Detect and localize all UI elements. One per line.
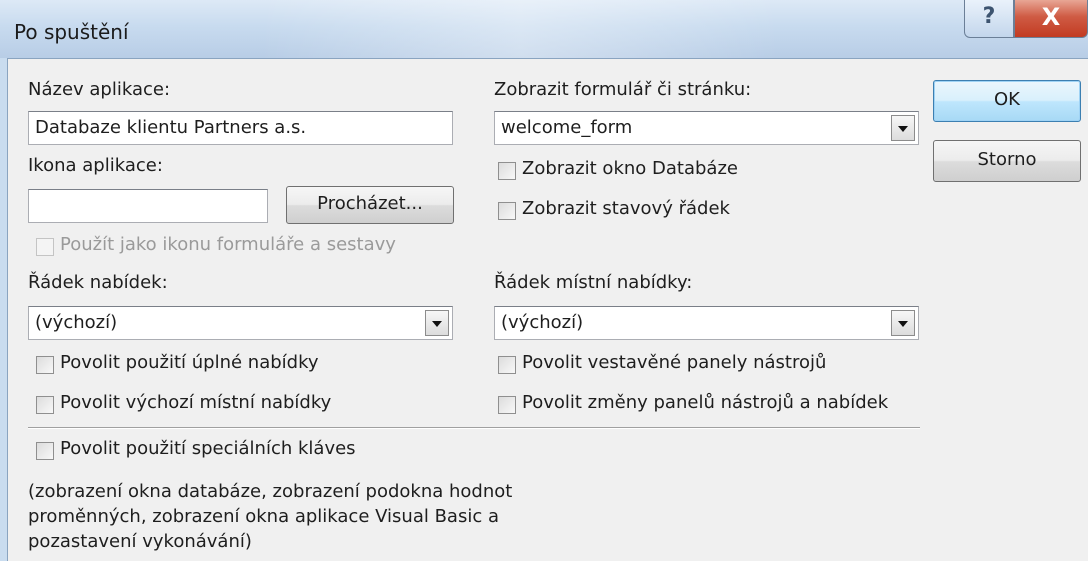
allow-full-menus-checkbox[interactable]: [36, 356, 54, 374]
use-as-form-icon-label: Použít jako ikonu formuláře a sestavy: [60, 234, 396, 255]
title-bar: Po spuštění ? X: [0, 0, 1088, 58]
cancel-button[interactable]: Storno: [933, 140, 1081, 182]
allow-special-keys-checkbox[interactable]: [36, 442, 54, 460]
ok-button[interactable]: OK: [933, 80, 1081, 122]
allow-default-shortcut-menus-label: Povolit výchozí místní nabídky: [60, 392, 332, 413]
app-icon-input[interactable]: [28, 189, 268, 223]
allow-full-menus-label: Povolit použití úplné nabídky: [60, 352, 319, 373]
allow-toolbar-changes-label: Povolit změny panelů nástrojů a nabídek: [522, 392, 889, 413]
chevron-down-icon[interactable]: [891, 310, 915, 336]
separator: [28, 427, 920, 429]
menu-bar-value: (výchozí): [35, 312, 118, 333]
show-database-window-checkbox[interactable]: [498, 162, 516, 180]
shortcut-menu-bar-combo[interactable]: (výchozí): [494, 306, 919, 340]
shortcut-menu-bar-value: (výchozí): [501, 312, 584, 333]
display-form-value: welcome_form: [501, 117, 633, 138]
use-as-form-icon-checkbox: [36, 238, 54, 256]
show-database-window-label: Zobrazit okno Databáze: [522, 158, 738, 179]
show-status-bar-checkbox[interactable]: [498, 202, 516, 220]
close-icon: X: [1041, 3, 1061, 31]
allow-toolbar-changes-checkbox[interactable]: [498, 396, 516, 414]
display-form-combo[interactable]: welcome_form: [494, 111, 919, 145]
app-name-input[interactable]: Databaze klientu Partners a.s.: [28, 111, 453, 145]
chevron-down-icon[interactable]: [891, 115, 915, 141]
help-icon: ?: [982, 4, 996, 29]
special-keys-note: (zobrazení okna databáze, zobrazení podo…: [28, 481, 513, 552]
shortcut-menu-bar-label: Řádek místní nabídky:: [494, 272, 693, 293]
show-status-bar-label: Zobrazit stavový řádek: [522, 198, 730, 219]
menu-bar-label: Řádek nabídek:: [28, 272, 168, 293]
close-button[interactable]: X: [1014, 0, 1088, 38]
allow-builtin-toolbars-label: Povolit vestavěné panely nástrojů: [522, 352, 827, 373]
allow-special-keys-label: Povolit použití speciálních kláves: [60, 438, 356, 459]
window-title: Po spuštění: [14, 20, 129, 44]
chevron-down-icon[interactable]: [425, 310, 449, 336]
app-name-label: Název aplikace:: [28, 79, 171, 100]
dialog-body: Název aplikace: Databaze klientu Partner…: [7, 58, 1088, 561]
app-icon-label: Ikona aplikace:: [28, 155, 163, 176]
menu-bar-combo[interactable]: (výchozí): [28, 306, 453, 340]
allow-default-shortcut-menus-checkbox[interactable]: [36, 396, 54, 414]
browse-button[interactable]: Procházet...: [286, 186, 454, 224]
help-button[interactable]: ?: [964, 0, 1014, 38]
display-form-label: Zobrazit formulář či stránku:: [494, 79, 752, 100]
allow-builtin-toolbars-checkbox[interactable]: [498, 356, 516, 374]
